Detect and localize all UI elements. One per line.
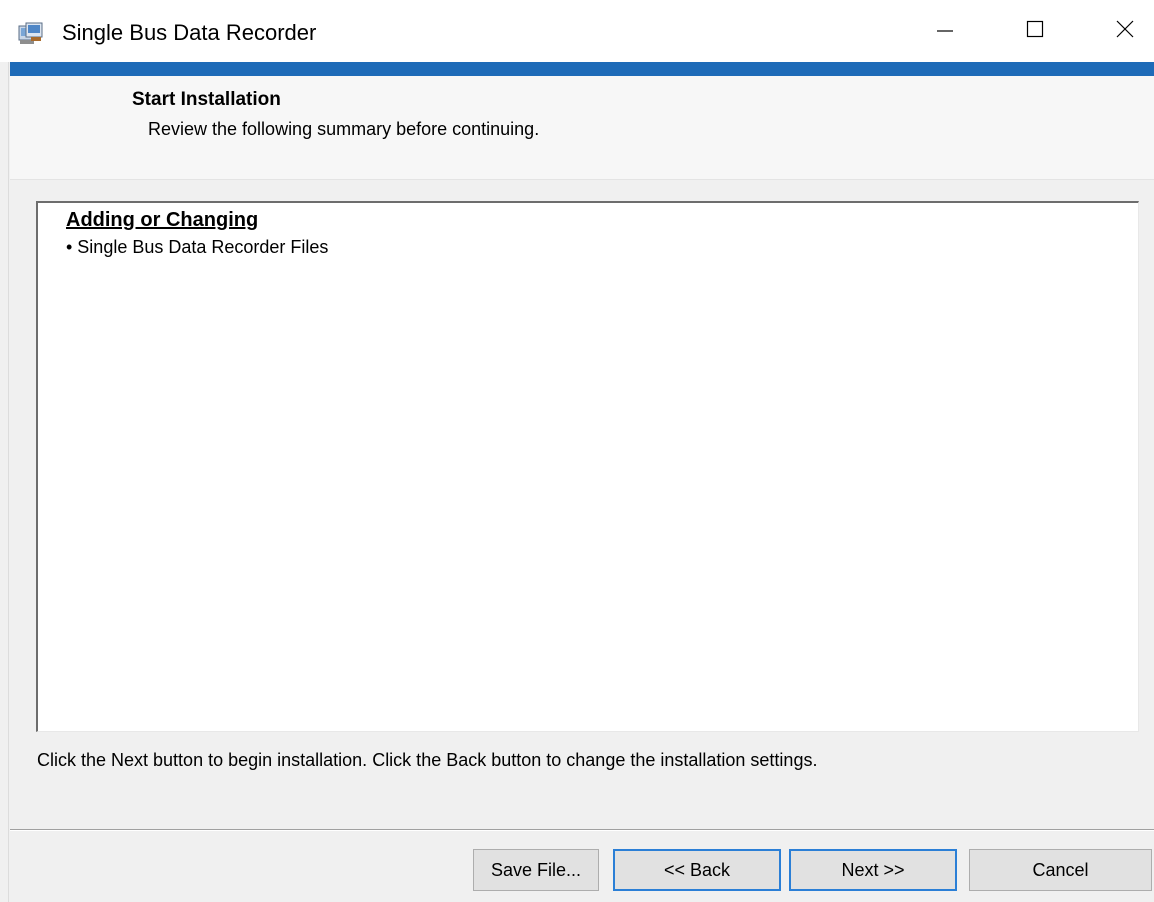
instructions-text: Click the Next button to begin installat… <box>37 750 818 770</box>
title-bar: Single Bus Data Recorder <box>0 0 1154 62</box>
summary-heading: Adding or Changing <box>66 209 259 231</box>
page-title: Start Installation <box>132 89 281 110</box>
close-button[interactable] <box>1080 0 1154 62</box>
save-file-button[interactable]: Save File... <box>473 849 599 891</box>
window-title: Single Bus Data Recorder <box>62 20 317 45</box>
title-accent-bar <box>10 62 1154 76</box>
maximize-button[interactable] <box>990 0 1080 62</box>
close-icon <box>1115 19 1135 44</box>
summary-item: • Single Bus Data Recorder Files <box>66 237 329 257</box>
footer-divider <box>10 829 1154 831</box>
page-subtitle: Review the following summary before cont… <box>148 119 540 139</box>
back-button[interactable]: << Back <box>613 849 781 891</box>
installer-icon <box>18 22 44 46</box>
minimize-icon <box>935 19 955 44</box>
next-button[interactable]: Next >> <box>789 849 957 891</box>
page-header: Start Installation Review the following … <box>10 76 1154 180</box>
installer-window: Single Bus Data Recorder Start Installat… <box>0 0 1154 902</box>
maximize-icon <box>1025 19 1045 44</box>
installation-summary-box[interactable]: Adding or Changing • Single Bus Data Rec… <box>36 201 1139 732</box>
minimize-button[interactable] <box>900 0 990 62</box>
cancel-button[interactable]: Cancel <box>969 849 1152 891</box>
